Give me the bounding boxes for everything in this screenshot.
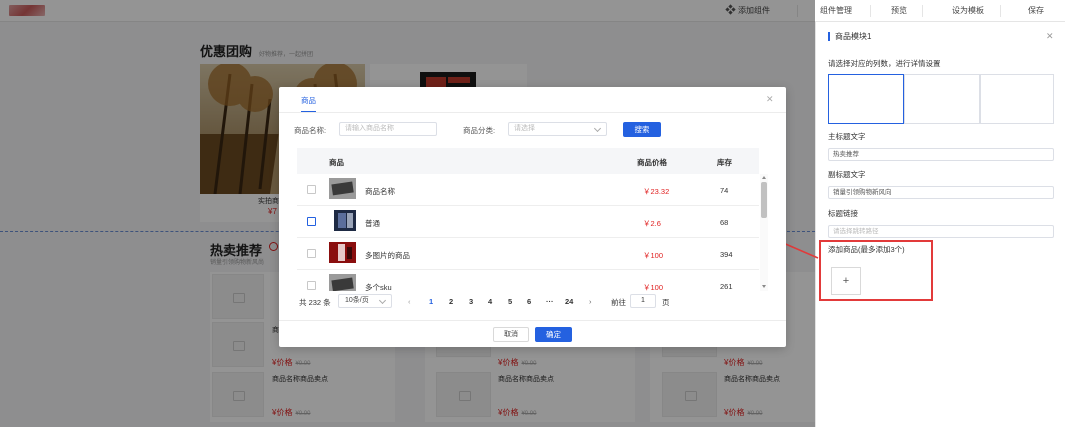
category-select[interactable]: 请选择	[508, 122, 607, 136]
page-3[interactable]: 3	[469, 297, 473, 306]
divider	[870, 5, 871, 17]
scrollbar-thumb[interactable]	[761, 182, 767, 218]
chevron-down-icon	[593, 124, 602, 133]
main-title-input[interactable]: 热卖推荐	[828, 148, 1054, 161]
product-name-input[interactable]: 请输入商品名称	[339, 122, 437, 136]
scroll-up-icon[interactable]	[762, 176, 766, 179]
table-row[interactable]: 普通 ￥2.6 68	[297, 206, 759, 238]
layout-option-1[interactable]	[828, 74, 904, 124]
product-name: 普通	[365, 219, 380, 228]
scroll-down-icon[interactable]	[762, 285, 766, 288]
product-thumbnail	[329, 178, 356, 199]
page-1[interactable]: 1	[429, 297, 433, 306]
page-unit-label: 页	[662, 298, 670, 307]
product-name-label: 商品名称:	[294, 126, 327, 135]
product-thumbnail	[329, 274, 356, 291]
table-scrollbar[interactable]	[760, 174, 768, 291]
product-name: 多图片的商品	[365, 251, 410, 260]
column-price: 商品价格	[637, 158, 667, 167]
layout-option-3[interactable]	[980, 74, 1054, 124]
sub-title-input[interactable]: 销量引领购物新风向	[828, 186, 1054, 199]
title-link-input[interactable]: 请选择跳转路径	[828, 225, 1054, 238]
product-name: 多个sku	[365, 283, 392, 291]
table-row[interactable]: 多图片的商品 ￥100 394	[297, 238, 759, 270]
layout-option-2[interactable]	[904, 74, 980, 124]
product-price: ￥100	[643, 283, 664, 291]
set-template-button[interactable]: 设为模板	[946, 0, 990, 22]
page-size-select[interactable]: 10条/页	[338, 294, 392, 308]
next-page-button[interactable]: ›	[589, 297, 592, 306]
product-name: 商品名称	[365, 187, 395, 196]
prev-page-button[interactable]: ‹	[408, 297, 411, 306]
pagination-total: 共 232 条	[299, 298, 331, 307]
divider	[279, 320, 786, 321]
page-ellipsis[interactable]: ···	[546, 297, 554, 306]
page-6[interactable]: 6	[527, 297, 531, 306]
divider	[279, 112, 786, 113]
page-24[interactable]: 24	[565, 297, 573, 306]
close-icon[interactable]: ✕	[766, 94, 774, 105]
divider	[922, 5, 923, 17]
product-table: 商品名称 ￥23.32 74 普通 ￥2.6 68 多图片的商品 ￥100 39…	[297, 174, 759, 291]
annotation-highlight	[819, 240, 933, 301]
column-hint: 请选择对应的列数，进行详情设置	[828, 59, 941, 68]
component-manage-button[interactable]: 组件管理	[814, 0, 858, 22]
page-2[interactable]: 2	[449, 297, 453, 306]
page-5[interactable]: 5	[508, 297, 512, 306]
preview-button[interactable]: 预览	[885, 0, 913, 22]
row-checkbox[interactable]	[307, 217, 316, 226]
confirm-button[interactable]: 确定	[535, 327, 572, 342]
product-price: ￥2.6	[643, 219, 661, 228]
sub-title-label: 副标题文字	[828, 170, 866, 179]
table-header: 商品 商品价格 库存	[297, 148, 759, 174]
main-title-label: 主标题文字	[828, 132, 866, 141]
panel-title: 商品模块1	[828, 32, 871, 41]
product-stock: 261	[720, 282, 733, 291]
save-button[interactable]: 保存	[1022, 0, 1050, 22]
product-stock: 74	[720, 186, 729, 195]
settings-panel: 商品模块1 ✕ 请选择对应的列数，进行详情设置 主标题文字 热卖推荐 副标题文字…	[815, 22, 1065, 427]
product-price: ￥23.32	[643, 187, 670, 196]
column-product: 商品	[329, 158, 344, 167]
product-select-dialog: 商品 ✕ 商品名称: 请输入商品名称 商品分类: 请选择 搜索 商品 商品价格 …	[279, 87, 786, 347]
row-checkbox[interactable]	[307, 249, 316, 258]
category-label: 商品分类:	[463, 126, 496, 135]
product-price: ￥100	[643, 251, 664, 260]
product-thumbnail	[329, 242, 356, 263]
goto-page-input[interactable]: 1	[630, 294, 656, 308]
divider	[1000, 5, 1001, 17]
row-checkbox[interactable]	[307, 281, 316, 290]
product-stock: 394	[720, 250, 733, 259]
search-button[interactable]: 搜索	[623, 122, 661, 137]
close-icon[interactable]: ✕	[1046, 31, 1054, 42]
chevron-down-icon	[378, 296, 387, 305]
product-stock: 68	[720, 218, 729, 227]
title-link-label: 标题链接	[828, 209, 858, 218]
cancel-button[interactable]: 取消	[493, 327, 529, 342]
table-row[interactable]: 多个sku ￥100 261	[297, 270, 759, 291]
product-thumbnail	[334, 210, 356, 231]
table-row[interactable]: 商品名称 ￥23.32 74	[297, 174, 759, 206]
tab-products[interactable]: 商品	[301, 95, 316, 113]
column-stock: 库存	[717, 158, 732, 167]
page-4[interactable]: 4	[488, 297, 492, 306]
goto-label: 前往	[611, 298, 626, 307]
row-checkbox[interactable]	[307, 185, 316, 194]
